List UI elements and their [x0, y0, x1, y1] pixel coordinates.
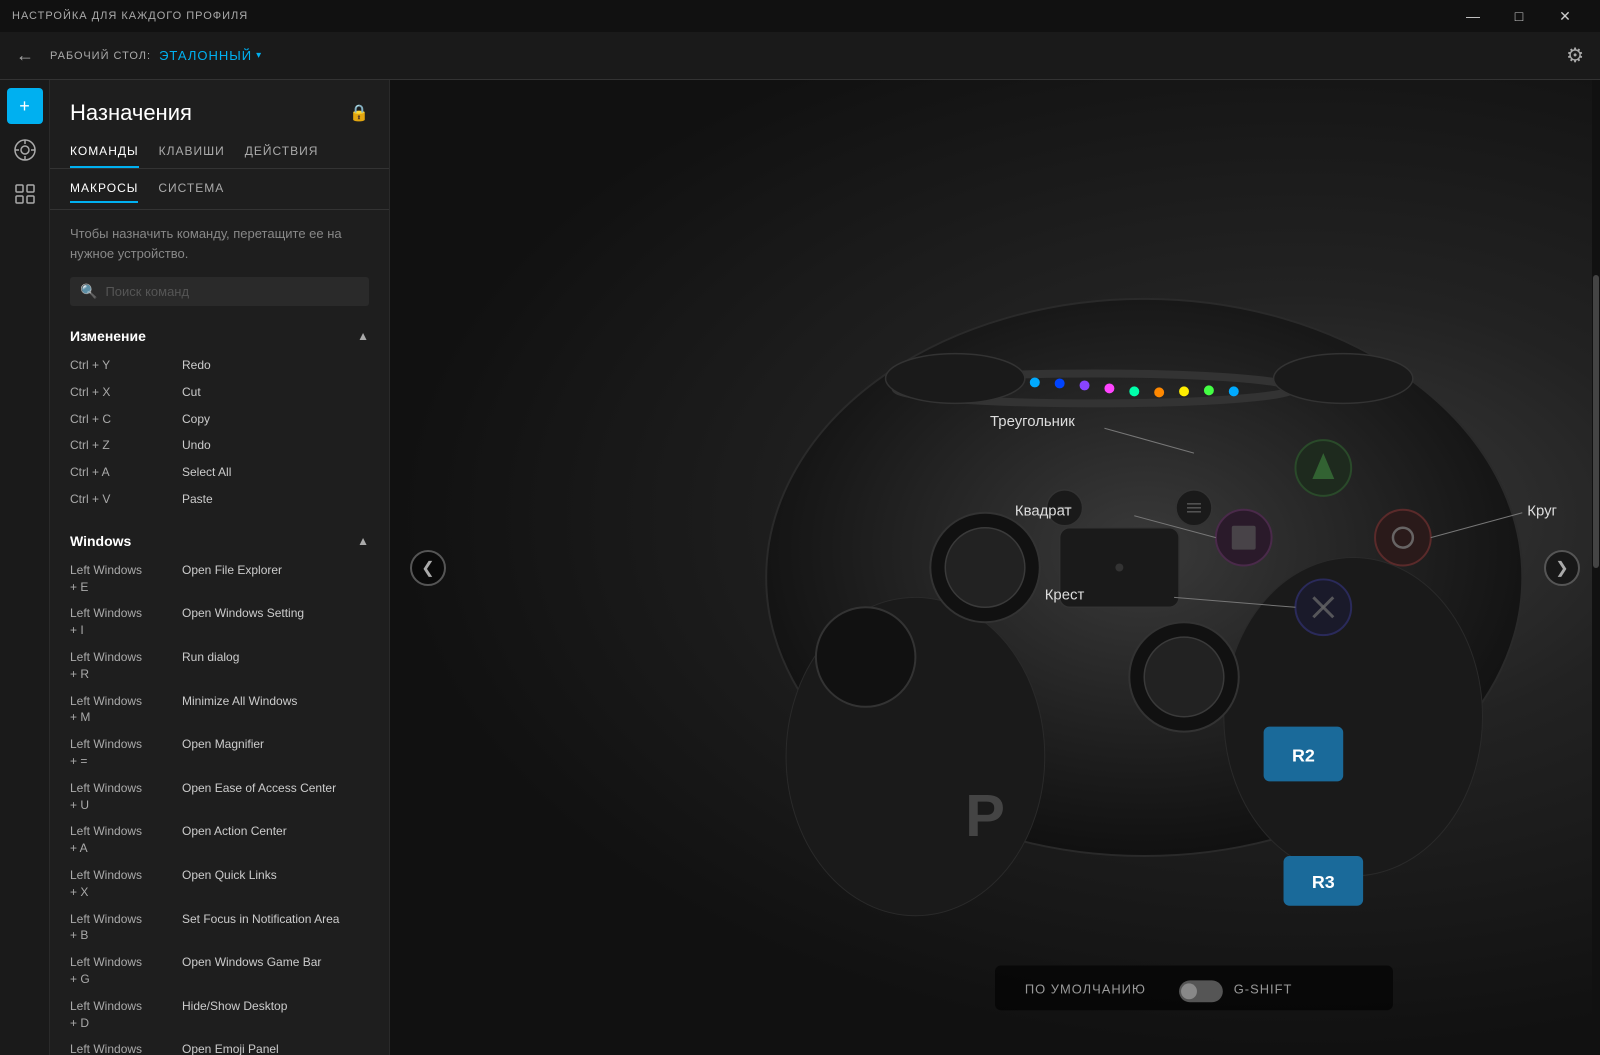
profile-label: РАБОЧИЙ СТОЛ:: [50, 50, 151, 62]
tab-commands[interactable]: КОМАНДЫ: [70, 136, 139, 168]
search-box: 🔍: [70, 277, 369, 306]
search-input[interactable]: [105, 284, 359, 299]
main-content: + Назначения 🔒: [0, 80, 1600, 1055]
list-item[interactable]: Ctrl + YRedo: [70, 352, 369, 379]
list-item[interactable]: Ctrl + ZUndo: [70, 432, 369, 459]
section-changes-items: Ctrl + YRedo Ctrl + XCut Ctrl + CCopy Ct…: [70, 352, 369, 513]
sidebar: Назначения 🔒 КОМАНДЫ КЛАВИШИ ДЕЙСТВИЯ МА…: [50, 80, 390, 1055]
list-item[interactable]: Left Windows+ =Open Magnifier: [70, 731, 369, 775]
scrollbar-track[interactable]: [1592, 80, 1600, 1055]
profile-dropdown-icon[interactable]: ▾: [256, 50, 261, 61]
tabs-row-1: КОМАНДЫ КЛАВИШИ ДЕЙСТВИЯ: [50, 136, 389, 169]
close-button[interactable]: ✕: [1542, 0, 1588, 32]
gshift-label: G-SHIFT: [1234, 981, 1293, 996]
profile-name: Эталонный: [159, 48, 252, 63]
list-item[interactable]: Left Windows+ BSet Focus in Notification…: [70, 906, 369, 950]
list-item[interactable]: Left Windows+ UOpen Ease of Access Cente…: [70, 775, 369, 819]
search-icon: 🔍: [80, 283, 97, 300]
titlebar-controls: — □ ✕: [1450, 0, 1588, 32]
nav-icons: +: [0, 80, 50, 1055]
cross-label: Крест: [1045, 586, 1085, 603]
tabs-row-2: МАКРОСЫ СИСТЕМА: [50, 169, 389, 210]
svg-text:R2: R2: [1292, 746, 1315, 766]
sidebar-title: Назначения: [70, 100, 192, 126]
list-item[interactable]: Left Windows+ GOpen Windows Game Bar: [70, 949, 369, 993]
scrollbar-thumb[interactable]: [1593, 275, 1599, 568]
controller-svg: P: [390, 80, 1600, 1055]
settings-button[interactable]: ⚙: [1566, 43, 1584, 68]
square-label: Квадрат: [1015, 503, 1072, 520]
tab-system[interactable]: СИСТЕМА: [158, 175, 224, 203]
tab-keys[interactable]: КЛАВИШИ: [159, 136, 225, 168]
section-windows-toggle: ▲: [357, 534, 369, 548]
list-item[interactable]: Left Windows+ EOpen File Explorer: [70, 557, 369, 601]
nav-icon-gamepad[interactable]: [7, 132, 43, 168]
section-windows-header[interactable]: Windows ▲: [70, 523, 369, 557]
instruction-text: Чтобы назначить команду, перетащите ее н…: [50, 210, 389, 273]
circle-label: Круг: [1527, 503, 1557, 520]
list-item[interactable]: Left Windows+ .Open Emoji Panel: [70, 1036, 369, 1055]
titlebar: НАСТРОЙКА ДЛЯ КАЖДОГО ПРОФИЛЯ — □ ✕: [0, 0, 1600, 32]
nav-icon-add[interactable]: +: [7, 88, 43, 124]
maximize-button[interactable]: □: [1496, 0, 1542, 32]
minimize-button[interactable]: —: [1450, 0, 1496, 32]
list-item[interactable]: Left Windows+ AOpen Action Center: [70, 818, 369, 862]
tab-macros[interactable]: МАКРОСЫ: [70, 175, 138, 203]
list-item[interactable]: Ctrl + ASelect All: [70, 459, 369, 486]
section-changes-header[interactable]: Изменение ▲: [70, 318, 369, 352]
back-button[interactable]: ←: [16, 45, 34, 66]
sidebar-header: Назначения 🔒: [50, 80, 389, 136]
nav-prev-button[interactable]: ❮: [410, 550, 446, 586]
game-area: P: [390, 80, 1600, 1055]
list-item[interactable]: Left Windows+ XOpen Quick Links: [70, 862, 369, 906]
list-item[interactable]: Ctrl + VPaste: [70, 486, 369, 513]
section-changes-toggle: ▲: [357, 329, 369, 343]
lock-icon: 🔒: [349, 103, 369, 123]
tab-actions[interactable]: ДЕЙСТВИЯ: [245, 136, 319, 168]
section-changes-title: Изменение: [70, 328, 146, 344]
titlebar-title: НАСТРОЙКА ДЛЯ КАЖДОГО ПРОФИЛЯ: [12, 10, 248, 22]
svg-text:R3: R3: [1312, 872, 1335, 892]
commands-list: Изменение ▲ Ctrl + YRedo Ctrl + XCut Ctr…: [50, 318, 389, 1055]
list-item[interactable]: Left Windows+ RRun dialog: [70, 644, 369, 688]
section-windows-items: Left Windows+ EOpen File Explorer Left W…: [70, 557, 369, 1055]
list-item[interactable]: Left Windows+ MMinimize All Windows: [70, 688, 369, 732]
nav-next-button[interactable]: ❯: [1544, 550, 1580, 586]
header: ← РАБОЧИЙ СТОЛ: Эталонный ▾ ⚙: [0, 32, 1600, 80]
nav-icon-apps[interactable]: [7, 176, 43, 212]
list-item[interactable]: Left Windows+ DHide/Show Desktop: [70, 993, 369, 1037]
triangle-label: Треугольник: [990, 413, 1075, 430]
list-item[interactable]: Ctrl + CCopy: [70, 406, 369, 433]
default-label: ПО УМОЛЧАНИЮ: [1025, 981, 1146, 996]
list-item[interactable]: Ctrl + XCut: [70, 379, 369, 406]
section-windows-title: Windows: [70, 533, 131, 549]
svg-text:P: P: [965, 782, 1005, 849]
list-item[interactable]: Left Windows+ IOpen Windows Setting: [70, 600, 369, 644]
